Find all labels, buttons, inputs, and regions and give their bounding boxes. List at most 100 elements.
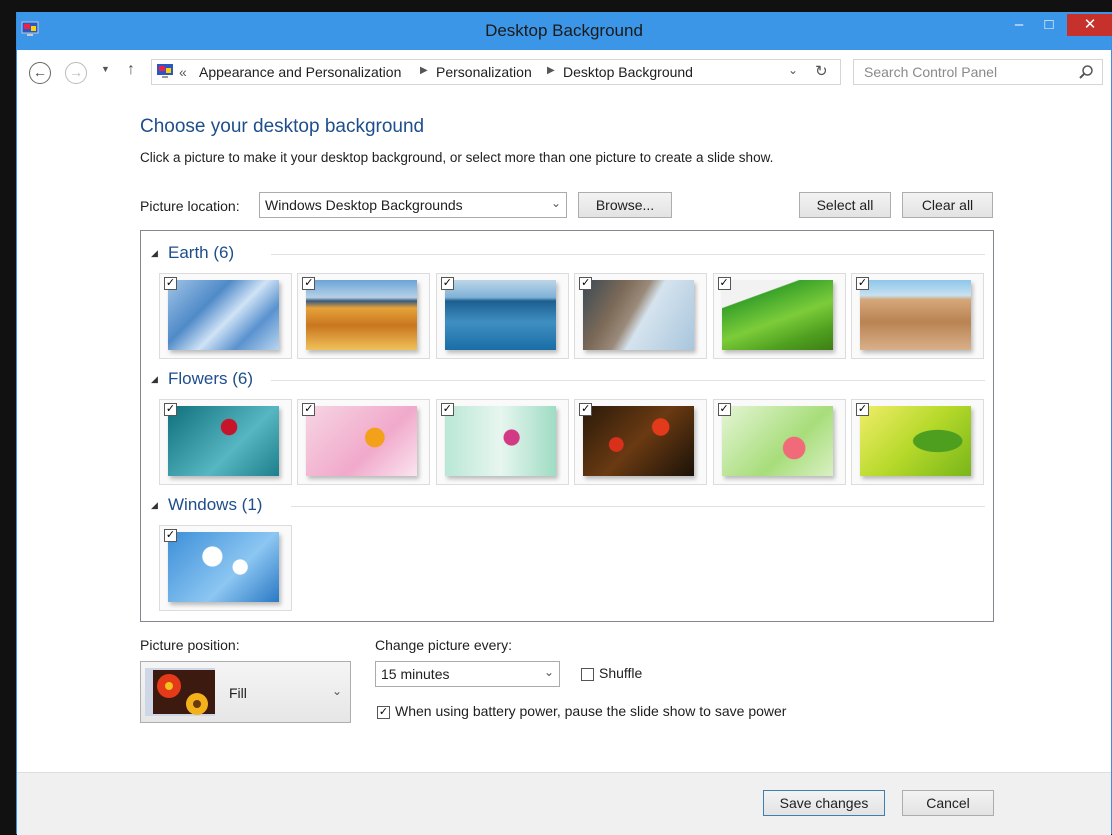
- window-title: Desktop Background: [485, 21, 643, 40]
- thumbnail-checkbox[interactable]: ✓: [440, 277, 454, 290]
- address-bar[interactable]: « Appearance and Personalization ▶ Perso…: [151, 59, 841, 85]
- wallpaper-thumbnail-green-field[interactable]: ✓: [712, 273, 846, 359]
- collapse-triangle-icon[interactable]: ◢: [151, 500, 158, 511]
- thumbnail-checkbox[interactable]: ✓: [440, 403, 454, 416]
- wallpaper-thumbnail-daisies-blue[interactable]: ✓: [159, 525, 292, 611]
- breadcrumb-appearance[interactable]: Appearance and Personalization: [199, 64, 401, 80]
- wallpaper-image[interactable]: [444, 280, 556, 350]
- search-icon[interactable]: [1078, 64, 1094, 80]
- picture-location-label: Picture location:: [140, 198, 240, 214]
- wallpaper-image[interactable]: [860, 280, 971, 350]
- desktop-background-window: Desktop Background – □ ✕ ← → ▼ ↑ « Appea…: [16, 12, 1112, 835]
- wallpaper-image[interactable]: [721, 406, 833, 476]
- wallpaper-image[interactable]: [860, 406, 971, 476]
- breadcrumb-personalization[interactable]: Personalization: [436, 64, 532, 80]
- battery-pause-label[interactable]: When using battery power, pause the slid…: [395, 703, 786, 719]
- address-dropdown-icon[interactable]: ⌄: [788, 63, 798, 77]
- group-title[interactable]: Earth (6): [168, 243, 234, 263]
- wallpaper-thumbnail-pink-flower-green[interactable]: ✓: [712, 399, 846, 485]
- picture-position-label: Picture position:: [140, 637, 240, 653]
- search-box[interactable]: Search Control Panel: [853, 59, 1103, 85]
- wallpaper-thumbnail-ice[interactable]: ✓: [159, 273, 292, 359]
- wallpaper-image[interactable]: [306, 406, 418, 476]
- wallpaper-image[interactable]: [168, 280, 279, 350]
- chevron-down-icon: ⌄: [550, 196, 561, 210]
- wallpaper-image[interactable]: [168, 532, 279, 602]
- page-title: Choose your desktop background: [140, 116, 425, 137]
- maximize-button[interactable]: □: [1037, 14, 1061, 36]
- wallpaper-thumbnail-pink-flower-mint[interactable]: ✓: [435, 399, 569, 485]
- group-divider: [271, 254, 985, 255]
- change-interval-dropdown[interactable]: 15 minutes ⌄: [375, 661, 560, 687]
- picture-position-preview: [145, 668, 215, 716]
- wallpaper-image[interactable]: [306, 280, 418, 350]
- navigation-bar: ← → ▼ ↑ « Appearance and Personalization…: [17, 50, 1111, 96]
- wallpaper-thumbnail-desert[interactable]: ✓: [851, 273, 984, 359]
- battery-pause-checkbox[interactable]: ✓: [377, 706, 390, 719]
- chevron-down-icon: ⌄: [331, 684, 342, 698]
- wallpaper-image[interactable]: [444, 406, 556, 476]
- wallpaper-thumbnail-red-flower-teal[interactable]: ✓: [159, 399, 292, 485]
- save-changes-button[interactable]: Save changes: [763, 790, 885, 816]
- collapse-triangle-icon[interactable]: ◢: [151, 374, 158, 385]
- thumbnail-checkbox[interactable]: ✓: [579, 403, 593, 416]
- wallpaper-thumbnail-orange-flower-pink[interactable]: ✓: [297, 399, 431, 485]
- wallpaper-thumbnail-green-leaves[interactable]: ✓: [851, 399, 984, 485]
- collapse-triangle-icon[interactable]: ◢: [151, 248, 158, 259]
- cancel-button[interactable]: Cancel: [902, 790, 994, 816]
- breadcrumb-separator-icon[interactable]: ▶: [547, 65, 555, 76]
- forward-button[interactable]: →: [65, 62, 87, 84]
- control-panel-icon: [157, 64, 173, 78]
- refresh-icon[interactable]: ↻: [815, 62, 828, 80]
- chevron-down-icon: ⌄: [543, 665, 554, 679]
- wallpaper-image[interactable]: [721, 280, 833, 350]
- minimize-button[interactable]: –: [1007, 14, 1031, 36]
- thumbnail-checkbox[interactable]: ✓: [302, 403, 316, 416]
- title-bar[interactable]: Desktop Background – □ ✕: [17, 12, 1112, 50]
- search-input[interactable]: Search Control Panel: [864, 64, 997, 80]
- breadcrumb-separator-icon[interactable]: ▶: [420, 65, 428, 76]
- wallpaper-image[interactable]: [168, 406, 279, 476]
- back-button[interactable]: ←: [29, 62, 51, 84]
- thumbnail-checkbox[interactable]: ✓: [302, 277, 316, 290]
- shuffle-label[interactable]: Shuffle: [599, 665, 642, 681]
- thumbnail-checkbox[interactable]: ✓: [164, 277, 177, 290]
- wallpaper-thumbnail-lake[interactable]: ✓: [435, 273, 569, 359]
- thumbnail-checkbox[interactable]: ✓: [164, 529, 177, 542]
- group-divider: [291, 506, 985, 507]
- group-title[interactable]: Windows (1): [168, 495, 262, 515]
- up-button[interactable]: ↑: [127, 61, 135, 79]
- thumbnail-checkbox[interactable]: ✓: [717, 403, 731, 416]
- picture-location-dropdown[interactable]: Windows Desktop Backgrounds ⌄: [259, 192, 567, 218]
- wallpaper-thumbnail-canyon[interactable]: ✓: [297, 273, 431, 359]
- close-button[interactable]: ✕: [1067, 14, 1112, 36]
- group-divider: [271, 380, 985, 381]
- group-header-flowers[interactable]: ◢ Flowers (6): [151, 369, 985, 391]
- overflow-chevron[interactable]: «: [179, 64, 187, 80]
- picture-position-dropdown[interactable]: Fill ⌄: [140, 661, 351, 723]
- picture-location-value: Windows Desktop Backgrounds: [265, 197, 463, 213]
- footer-bar: Save changes Cancel: [17, 772, 1111, 835]
- wallpaper-thumbnail-rock-shore[interactable]: ✓: [574, 273, 708, 359]
- thumbnail-checkbox[interactable]: ✓: [579, 277, 593, 290]
- picture-gallery[interactable]: ◢ Earth (6) ◢ Flowers (6) ◢ Windows (1) …: [140, 230, 994, 622]
- wallpaper-image[interactable]: [583, 406, 695, 476]
- change-picture-label: Change picture every:: [375, 637, 512, 653]
- thumbnail-checkbox[interactable]: ✓: [717, 277, 731, 290]
- recent-locations-icon[interactable]: ▼: [101, 64, 110, 74]
- picture-position-value: Fill: [229, 685, 247, 701]
- thumbnail-checkbox[interactable]: ✓: [164, 403, 177, 416]
- select-all-button[interactable]: Select all: [799, 192, 891, 218]
- thumbnail-checkbox[interactable]: ✓: [856, 277, 869, 290]
- thumbnail-checkbox[interactable]: ✓: [856, 403, 869, 416]
- clear-all-button[interactable]: Clear all: [902, 192, 993, 218]
- browse-button[interactable]: Browse...: [578, 192, 672, 218]
- page-description: Click a picture to make it your desktop …: [140, 150, 774, 165]
- shuffle-checkbox[interactable]: [581, 668, 594, 681]
- group-header-windows[interactable]: ◢ Windows (1): [151, 495, 985, 517]
- group-title[interactable]: Flowers (6): [168, 369, 253, 389]
- wallpaper-image[interactable]: [583, 280, 695, 350]
- breadcrumb-desktop-background[interactable]: Desktop Background: [563, 64, 693, 80]
- group-header-earth[interactable]: ◢ Earth (6): [151, 243, 985, 265]
- wallpaper-thumbnail-red-tulips-dark[interactable]: ✓: [574, 399, 708, 485]
